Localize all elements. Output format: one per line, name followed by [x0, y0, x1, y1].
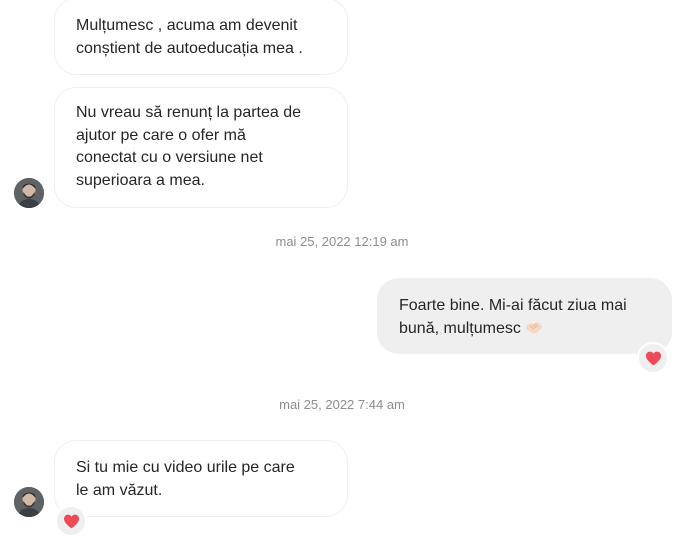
message-text-line: Mulțumesc , acuma am devenit	[76, 17, 298, 34]
heart-icon	[645, 351, 661, 365]
user-avatar-icon	[14, 487, 44, 517]
message-text-line: Si tu mie cu video urile pe care	[76, 459, 295, 476]
message-text-line: le am văzut.	[76, 481, 163, 499]
message-text-line: bună, mulțumesc	[399, 318, 650, 343]
message-text-line: conectat cu o versiune net	[76, 149, 263, 166]
outgoing-message-bubble[interactable]: Foarte bine. Mi-ai făcut ziua mai bună, …	[377, 278, 672, 354]
message-text-line: superioara a mea.	[76, 171, 205, 189]
message-timestamp: mai 25, 2022 7:44 am	[279, 397, 405, 412]
incoming-message-bubble[interactable]: Si tu mie cu video urile pe care le am v…	[54, 440, 348, 517]
message-text-line: Nu vreau să renunț la partea de	[76, 104, 302, 121]
avatar[interactable]	[14, 487, 44, 517]
handshake-emoji-icon	[525, 319, 543, 343]
message-text-line: Foarte bine. Mi-ai făcut ziua mai	[399, 297, 627, 314]
avatar[interactable]	[14, 178, 44, 208]
message-text-fragment: bună, mulțumesc	[399, 319, 521, 337]
incoming-message-bubble[interactable]: Mulțumesc , acuma am devenit conștient d…	[54, 0, 348, 75]
message-thread: Mulțumesc , acuma am devenit conștient d…	[0, 0, 684, 553]
heart-icon	[63, 514, 79, 528]
heart-reaction-badge[interactable]	[637, 342, 669, 374]
message-text-line: conștient de autoeducația mea .	[76, 39, 303, 57]
heart-reaction-badge[interactable]	[55, 505, 87, 537]
incoming-message-bubble[interactable]: Nu vreau să renunț la partea de ajutor p…	[54, 87, 348, 208]
message-text-line: ajutor pe care o ofer mă	[76, 126, 246, 144]
user-avatar-icon	[14, 178, 44, 208]
message-timestamp: mai 25, 2022 12:19 am	[275, 234, 409, 249]
